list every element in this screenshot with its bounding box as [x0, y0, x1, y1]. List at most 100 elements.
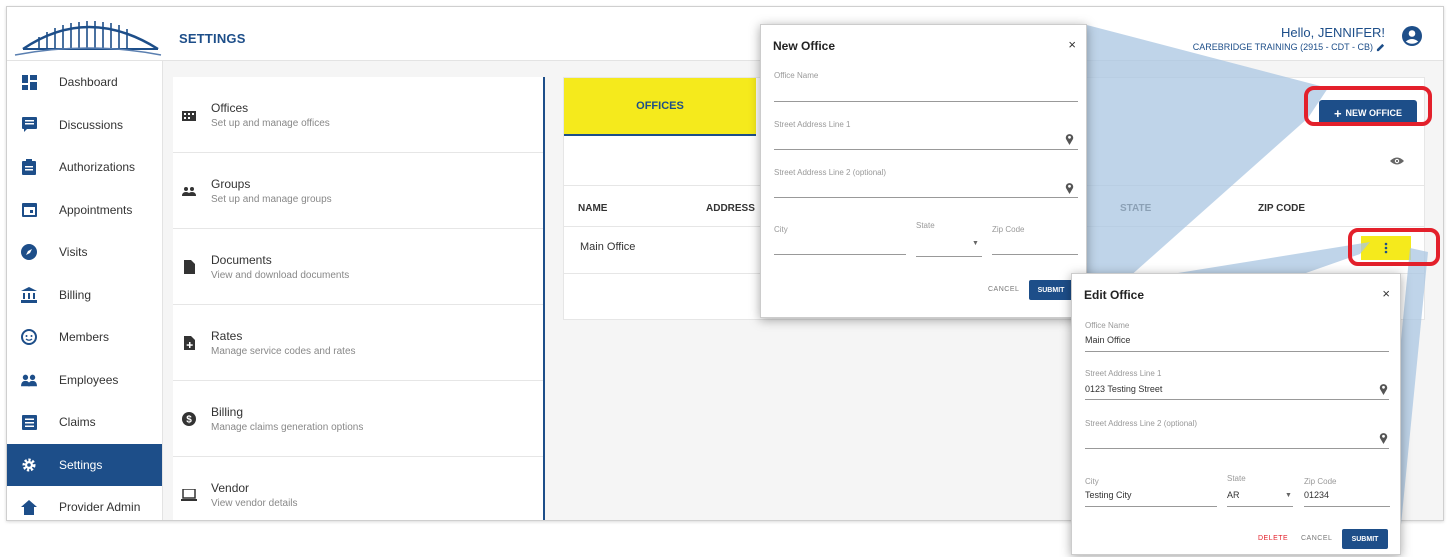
rates-icon	[181, 335, 197, 351]
settings-item-title: Documents	[211, 252, 272, 267]
sidebar-item-label: Discussions	[59, 117, 124, 132]
location-pin-icon	[1379, 433, 1388, 444]
chevron-down-icon: ▼	[972, 240, 979, 247]
dashboard-icon	[21, 74, 37, 90]
office-name-field[interactable]	[774, 101, 1078, 102]
settings-item-subtitle: View and download documents	[211, 269, 350, 281]
sidebar-item-label: Claims	[59, 415, 96, 430]
sidebar-item-dashboard[interactable]: Dashboard	[7, 61, 162, 104]
sidebar-item-authorizations[interactable]: Authorizations	[7, 146, 162, 189]
sidebar-item-label: Authorizations	[59, 160, 136, 175]
state-value[interactable]: AR	[1227, 490, 1240, 500]
zip-label: Zip Code	[992, 225, 1025, 234]
sidebar-item-members[interactable]: Members	[7, 316, 162, 359]
column-header-address[interactable]: ADDRESS	[706, 203, 755, 214]
street2-field[interactable]	[1085, 448, 1389, 449]
sidebar-item-appointments[interactable]: Appointments	[7, 189, 162, 232]
face-icon	[21, 329, 37, 346]
settings-item-subtitle: Set up and manage offices	[211, 117, 330, 129]
new-office-label: NEW OFFICE	[1345, 108, 1403, 118]
sidebar-item-settings[interactable]: Settings	[7, 443, 162, 486]
delete-button[interactable]: DELETE	[1258, 535, 1288, 542]
street1-value[interactable]: 0123 Testing Street	[1085, 384, 1162, 394]
sidebar-item-claims[interactable]: Claims	[7, 401, 162, 444]
agency-selector[interactable]: CAREBRIDGE TRAINING (2915 - CDT - CB)	[1193, 42, 1385, 52]
sidebar-item-provider-admin[interactable]: Provider Admin	[7, 486, 162, 520]
office-name-label: Office Name	[774, 71, 819, 80]
street2-field[interactable]	[774, 197, 1078, 198]
chevron-down-icon: ▼	[1285, 492, 1292, 499]
column-header-name[interactable]: NAME	[578, 203, 607, 214]
city-label: City	[774, 225, 788, 234]
row-actions-menu[interactable]	[1361, 236, 1411, 260]
state-select[interactable]	[916, 256, 982, 257]
street1-field[interactable]	[1085, 399, 1389, 400]
table-row-name: Main Office	[580, 241, 636, 253]
office-name-value[interactable]: Main Office	[1085, 335, 1130, 345]
home-icon	[21, 499, 37, 515]
column-header-zip[interactable]: ZIP CODE	[1258, 203, 1305, 214]
pencil-icon[interactable]	[1376, 43, 1385, 52]
settings-item-groups[interactable]: Groups Set up and manage groups	[173, 153, 543, 229]
street1-field[interactable]	[774, 149, 1078, 150]
sidebar-item-discussions[interactable]: Discussions	[7, 104, 162, 147]
settings-item-rates[interactable]: Rates Manage service codes and rates	[173, 305, 543, 381]
location-pin-icon	[1065, 134, 1074, 145]
zip-field[interactable]	[992, 254, 1078, 255]
eye-icon[interactable]	[1390, 154, 1404, 168]
office-name-field[interactable]	[1085, 351, 1389, 352]
state-select[interactable]	[1227, 506, 1293, 507]
zip-field[interactable]	[1304, 506, 1390, 507]
sidebar-item-billing[interactable]: Billing	[7, 274, 162, 317]
city-value[interactable]: Testing City	[1085, 490, 1132, 500]
state-label: State	[1227, 474, 1246, 483]
sidebar-item-label: Provider Admin	[59, 500, 141, 515]
new-office-button[interactable]: + NEW OFFICE	[1319, 100, 1417, 126]
clipboard-icon	[21, 159, 37, 176]
page-title: SETTINGS	[179, 31, 246, 46]
edit-office-dialog: Edit Office × Office Name Main Office St…	[1071, 273, 1401, 555]
cancel-button[interactable]: CANCEL	[988, 286, 1019, 293]
column-header-state[interactable]: STATE	[1120, 203, 1151, 214]
settings-item-vendor[interactable]: Vendor View vendor details	[173, 457, 543, 520]
bank-icon	[21, 286, 37, 303]
city-field[interactable]	[774, 254, 906, 255]
cancel-button[interactable]: CANCEL	[1301, 535, 1332, 542]
settings-item-title: Groups	[211, 176, 251, 191]
account-icon[interactable]	[1401, 25, 1423, 47]
sidebar-item-label: Members	[59, 330, 110, 345]
street2-label: Street Address Line 2 (optional)	[1085, 419, 1198, 428]
settings-item-subtitle: Set up and manage groups	[211, 193, 332, 205]
new-office-dialog: New Office × Office Name Street Address …	[760, 24, 1087, 318]
settings-item-offices[interactable]: Offices Set up and manage offices	[173, 77, 543, 153]
laptop-icon	[181, 487, 197, 503]
compass-icon	[21, 244, 37, 261]
sidebar-item-visits[interactable]: Visits	[7, 231, 162, 274]
sidebar-item-label: Visits	[59, 245, 88, 260]
sidebar-item-label: Dashboard	[59, 75, 118, 90]
sidebar-item-label: Appointments	[59, 202, 133, 217]
sidebar: Dashboard Discussions Authorizations App…	[7, 61, 163, 520]
settings-item-documents[interactable]: Documents View and download documents	[173, 229, 543, 305]
logo	[13, 11, 163, 57]
city-field[interactable]	[1085, 506, 1217, 507]
people-icon	[21, 372, 37, 388]
tab-offices[interactable]: OFFICES	[564, 78, 756, 136]
submit-button[interactable]: SUBMIT	[1342, 529, 1388, 549]
sidebar-item-employees[interactable]: Employees	[7, 359, 162, 402]
location-pin-icon	[1379, 384, 1388, 395]
sidebar-item-label: Employees	[59, 372, 119, 387]
close-icon[interactable]: ×	[1382, 286, 1390, 301]
submit-button[interactable]: SUBMIT	[1029, 280, 1073, 300]
zip-value[interactable]: 01234	[1304, 490, 1329, 500]
calendar-icon	[21, 202, 37, 218]
city-label: City	[1085, 477, 1099, 486]
document-icon	[181, 259, 197, 275]
chat-icon	[21, 117, 37, 133]
kebab-icon	[1384, 242, 1388, 254]
dollar-icon: $	[181, 411, 197, 427]
state-label: State	[916, 221, 935, 230]
plus-icon: +	[1333, 105, 1342, 121]
close-icon[interactable]: ×	[1068, 37, 1076, 52]
settings-item-billing[interactable]: $ Billing Manage claims generation option…	[173, 381, 543, 457]
